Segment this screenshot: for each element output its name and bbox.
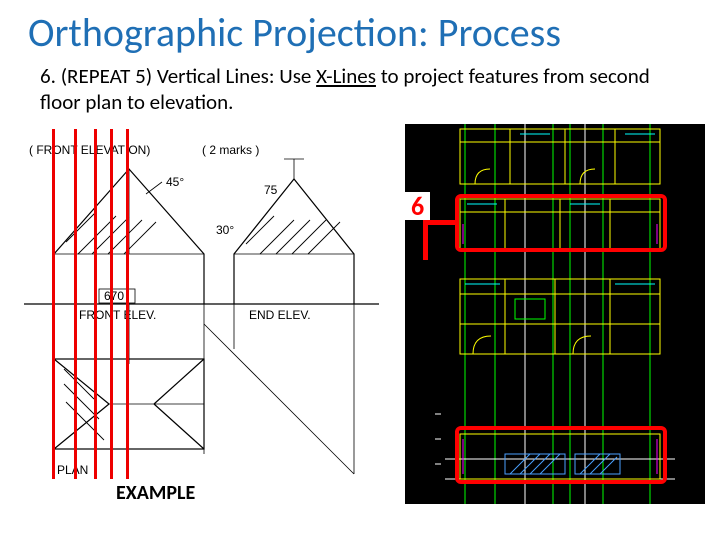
angle-30: 30° <box>216 223 234 237</box>
example-label: EXAMPLE <box>116 481 195 505</box>
cad-screenshot: 6 <box>405 124 705 504</box>
angle-45: 45° <box>166 175 184 189</box>
callout-connector-v <box>423 220 428 260</box>
subtitle-emphasis: X-Lines <box>316 63 376 89</box>
projection-line-2 <box>74 129 77 479</box>
sketch-drawing: ( FRONT ELEVATION) ( 2 marks ) 45° <box>24 124 384 504</box>
projection-line-4 <box>110 129 113 479</box>
projection-line-1 <box>52 129 55 479</box>
dim-75: 75 <box>264 183 278 197</box>
front-elev-text: ( FRONT ELEVATION) <box>29 143 150 157</box>
projection-line-3 <box>94 129 97 479</box>
end-elev-label: END ELEV. <box>249 308 311 322</box>
step-number-callout: 6 <box>405 192 430 220</box>
example-sketch: ( FRONT ELEVATION) ( 2 marks ) 45° <box>24 124 384 504</box>
front-elev-label: FRONT ELEV. <box>79 308 156 322</box>
highlight-box-elevation <box>455 426 667 484</box>
page-title: Orthographic Projection: Process <box>0 0 720 61</box>
highlight-box-plan <box>455 194 667 252</box>
plan-label: PLAN <box>57 463 88 477</box>
subtitle-prefix: 6. (REPEAT 5) Vertical Lines: Use <box>40 63 316 89</box>
step-description: 6. (REPEAT 5) Vertical Lines: Use X-Line… <box>0 61 720 124</box>
marks-text: ( 2 marks ) <box>202 143 259 157</box>
projection-line-5 <box>126 129 129 479</box>
content-area: ( FRONT ELEVATION) ( 2 marks ) 45° <box>0 124 720 524</box>
callout-connector-h <box>423 220 457 225</box>
dim-670: 670 <box>104 289 124 303</box>
